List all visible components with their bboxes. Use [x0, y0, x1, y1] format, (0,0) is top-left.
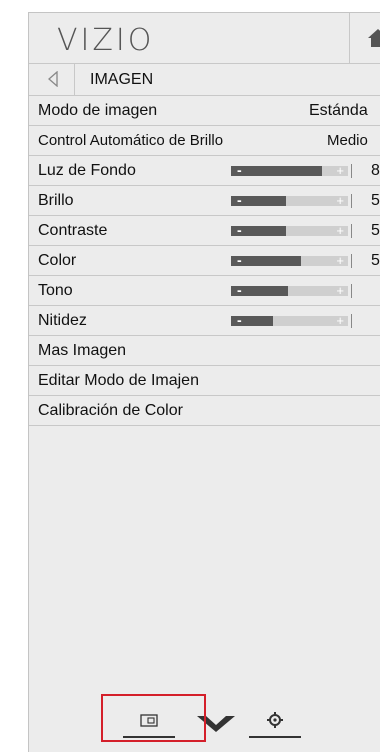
menu-item-brillo[interactable]: Brillo - + 5 — [29, 186, 380, 216]
minus-icon: - — [237, 222, 242, 238]
vizio-logo: VIZIO — [57, 23, 155, 58]
plus-icon: + — [336, 163, 344, 178]
minus-icon: - — [237, 282, 242, 298]
divider — [349, 13, 350, 63]
menu-item-value: 5 — [371, 222, 380, 239]
menu-item-label: Editar Modo de Imajen — [38, 372, 199, 389]
menu-item-value: 5 — [371, 252, 380, 269]
tab-underline — [249, 736, 301, 738]
menu-item-label: Tono — [38, 282, 73, 299]
menu-item-label: Brillo — [38, 192, 74, 209]
subheader: IMAGEN — [29, 64, 380, 96]
slider[interactable]: - + — [231, 312, 352, 328]
selection-highlight — [101, 694, 206, 742]
slider[interactable]: - + — [231, 222, 352, 238]
menu-item-value: 8 — [371, 162, 380, 179]
menu-item-value: Estánda — [309, 102, 368, 119]
slider-end-tick — [351, 254, 352, 268]
menu-item-label: Control Automático de Brillo — [38, 132, 224, 149]
menu-item-label: Modo de imagen — [38, 102, 158, 119]
slider-end-tick — [351, 194, 352, 208]
slider-end-tick — [351, 314, 352, 328]
plus-icon: + — [336, 313, 344, 328]
settings-panel: VIZIO IMAGEN Modo de imagen Estánda Cont… — [28, 12, 380, 752]
slider[interactable]: - + — [231, 192, 352, 208]
slider[interactable]: - + — [231, 252, 352, 268]
plus-icon: + — [336, 223, 344, 238]
back-arrow-icon[interactable] — [47, 71, 59, 87]
minus-icon: - — [237, 162, 242, 178]
menu-item-value: 5 — [371, 192, 380, 209]
menu-item-label: Color — [38, 252, 77, 269]
menu-item-modo-de-imagen[interactable]: Modo de imagen Estánda — [29, 96, 380, 126]
home-icon[interactable] — [367, 28, 380, 48]
menu-item-label: Luz de Fondo — [38, 162, 136, 179]
gear-icon[interactable] — [266, 711, 284, 729]
menu-item-label: Nitidez — [38, 312, 87, 329]
slider-end-tick — [351, 284, 352, 298]
menu-item-value: Medio — [327, 132, 368, 149]
menu-item-label: Contraste — [38, 222, 108, 239]
plus-icon: + — [336, 283, 344, 298]
header: VIZIO — [29, 13, 380, 64]
plus-icon: + — [336, 253, 344, 268]
menu-item-color[interactable]: Color - + 5 — [29, 246, 380, 276]
divider — [74, 64, 75, 95]
slider-end-tick — [351, 224, 352, 238]
menu-item-control-automatico-de-brillo[interactable]: Control Automático de Brillo Medio — [29, 126, 380, 156]
menu-item-contraste[interactable]: Contraste - + 5 — [29, 216, 380, 246]
menu-item-nitidez[interactable]: Nitidez - + — [29, 306, 380, 336]
page-title: IMAGEN — [90, 71, 154, 88]
menu-item-label: Calibración de Color — [38, 402, 183, 419]
menu-item-mas-imagen[interactable]: Mas Imagen — [29, 336, 380, 366]
menu-item-luz-de-fondo[interactable]: Luz de Fondo - + 8 — [29, 156, 380, 186]
slider[interactable]: - + — [231, 162, 352, 178]
menu-item-calibracion-de-color[interactable]: Calibración de Color — [29, 396, 380, 426]
slider-end-tick — [351, 164, 352, 178]
menu-item-tono[interactable]: Tono - + — [29, 276, 380, 306]
slider-fill — [231, 166, 323, 176]
minus-icon: - — [237, 192, 242, 208]
menu-item-editar-modo[interactable]: Editar Modo de Imajen — [29, 366, 380, 396]
minus-icon: - — [237, 252, 242, 268]
plus-icon: + — [336, 193, 344, 208]
picture-menu: Modo de imagen Estánda Control Automátic… — [29, 96, 380, 426]
slider[interactable]: - + — [231, 282, 352, 298]
menu-item-label: Mas Imagen — [38, 342, 127, 359]
minus-icon: - — [237, 312, 242, 328]
